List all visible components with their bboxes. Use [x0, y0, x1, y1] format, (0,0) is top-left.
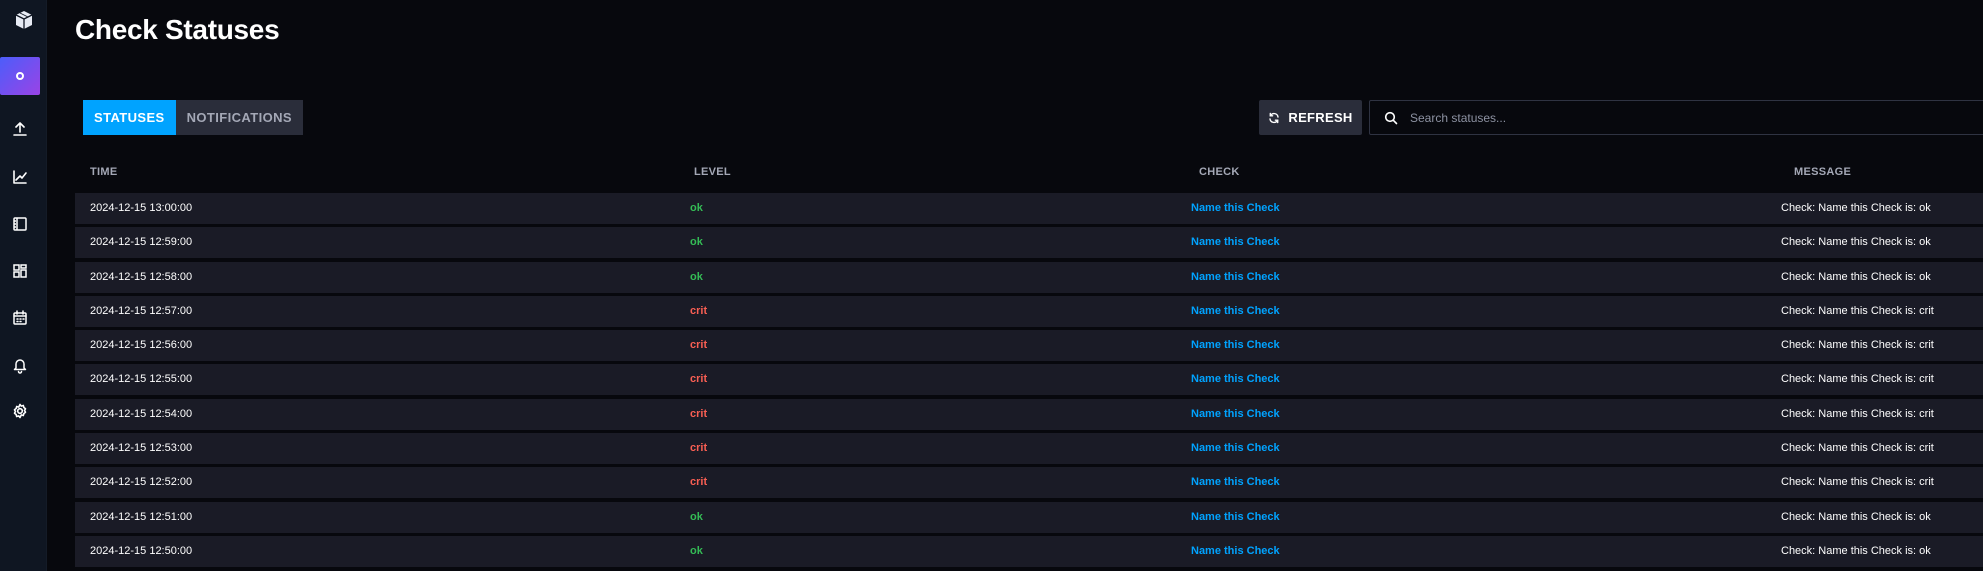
bell-icon — [13, 359, 27, 374]
app-logo[interactable] — [0, 0, 47, 40]
page-title: Check Statuses — [75, 14, 280, 45]
graph-icon — [13, 170, 27, 184]
time-cell: 2024-12-15 12:53:00 — [90, 442, 193, 455]
search-icon — [1384, 111, 1398, 124]
level-cell: ok — [690, 270, 703, 283]
notebook-icon — [13, 217, 27, 231]
cube-logo-icon — [15, 11, 32, 29]
message-cell: Check: Name this Check is: ok — [1781, 202, 1931, 214]
time-cell: 2024-12-15 12:54:00 — [90, 407, 193, 420]
message-cell: Check: Name this Check is: crit — [1781, 304, 1934, 317]
check-link[interactable]: Name this Check — [1191, 296, 1280, 327]
gear-icon — [13, 403, 27, 419]
check-link[interactable]: Name this Check — [1191, 227, 1280, 258]
sidebar-item-alerts[interactable] — [0, 346, 40, 384]
table-row: 2024-12-15 12:56:00 crit Name this Check… — [75, 330, 1983, 362]
level-cell: ok — [690, 236, 703, 249]
table-row: 2024-12-15 12:57:00 crit Name this Check… — [75, 295, 1983, 327]
refresh-icon — [1269, 112, 1280, 123]
check-link[interactable]: Name this Check — [1191, 433, 1280, 464]
time-cell: 2024-12-15 12:58:00 — [90, 270, 193, 283]
message-cell: Check: Name this Check is: ok — [1781, 270, 1931, 283]
level-cell: crit — [690, 339, 708, 352]
search-box — [1369, 100, 1983, 135]
level-cell: ok — [690, 202, 703, 214]
table-row: 2024-12-15 12:52:00 crit Name this Check… — [75, 467, 1983, 499]
column-header-time[interactable]: TIME — [90, 166, 117, 178]
sidebar — [0, 0, 47, 571]
time-cell: 2024-12-15 13:00:00 — [90, 202, 193, 214]
message-cell: Check: Name this Check is: crit — [1781, 476, 1934, 489]
time-cell: 2024-12-15 12:56:00 — [90, 339, 193, 352]
table-row: 2024-12-15 12:55:00 crit Name this Check… — [75, 364, 1983, 396]
time-cell: 2024-12-15 12:52:00 — [90, 476, 193, 489]
calendar-icon — [13, 310, 27, 325]
check-link[interactable]: Name this Check — [1191, 467, 1280, 498]
message-cell: Check: Name this Check is: ok — [1781, 544, 1931, 557]
table-row: 2024-12-15 12:54:00 crit Name this Check… — [75, 398, 1983, 430]
sidebar-item-notebooks[interactable] — [0, 205, 40, 243]
check-link[interactable]: Name this Check — [1191, 193, 1280, 224]
table-row: 2024-12-15 13:00:00 ok Name this Check C… — [75, 193, 1983, 224]
level-cell: ok — [690, 510, 703, 523]
dashboard-icon — [13, 264, 27, 278]
search-input[interactable] — [1410, 110, 1950, 125]
tab-statuses[interactable]: STATUSES — [83, 100, 176, 135]
column-header-message[interactable]: MESSAGE — [1794, 166, 1851, 178]
message-cell: Check: Name this Check is: ok — [1781, 236, 1931, 249]
level-cell: crit — [690, 442, 708, 455]
sidebar-item-load-data[interactable] — [0, 110, 40, 148]
check-link[interactable]: Name this Check — [1191, 330, 1280, 361]
sidebar-item-dashboards[interactable] — [0, 252, 40, 290]
message-cell: Check: Name this Check is: crit — [1781, 442, 1934, 455]
check-link[interactable]: Name this Check — [1191, 399, 1280, 430]
table-row: 2024-12-15 12:50:00 ok Name this Check C… — [75, 535, 1983, 567]
status-table-body: 2024-12-15 13:00:00 ok Name this Check C… — [75, 193, 1983, 570]
time-cell: 2024-12-15 12:51:00 — [90, 510, 193, 523]
sidebar-item-data-explorer[interactable] — [0, 57, 40, 95]
level-cell: crit — [690, 476, 708, 489]
message-cell: Check: Name this Check is: crit — [1781, 407, 1934, 420]
level-cell: crit — [690, 304, 708, 317]
check-link[interactable]: Name this Check — [1191, 364, 1280, 395]
level-cell: crit — [690, 373, 708, 386]
tab-notifications[interactable]: NOTIFICATIONS — [175, 100, 303, 135]
sidebar-item-graph[interactable] — [0, 158, 40, 196]
data-explorer-icon — [16, 72, 24, 80]
sidebar-item-settings[interactable] — [0, 392, 40, 430]
refresh-button[interactable]: REFRESH — [1259, 100, 1362, 135]
table-row: 2024-12-15 12:53:00 crit Name this Check… — [75, 433, 1983, 465]
refresh-label: REFRESH — [1288, 110, 1353, 125]
message-cell: Check: Name this Check is: crit — [1781, 339, 1934, 352]
sidebar-item-tasks[interactable] — [0, 299, 40, 337]
check-link[interactable]: Name this Check — [1191, 536, 1280, 567]
time-cell: 2024-12-15 12:57:00 — [90, 304, 193, 317]
check-link[interactable]: Name this Check — [1191, 502, 1280, 533]
column-header-check[interactable]: CHECK — [1199, 166, 1240, 178]
time-cell: 2024-12-15 12:50:00 — [90, 544, 193, 557]
tab-bar: STATUSES NOTIFICATIONS — [83, 100, 303, 135]
upload-icon — [13, 122, 27, 136]
column-header-level[interactable]: LEVEL — [694, 166, 731, 178]
table-row: 2024-12-15 12:51:00 ok Name this Check C… — [75, 501, 1983, 533]
message-cell: Check: Name this Check is: crit — [1781, 373, 1934, 386]
time-cell: 2024-12-15 12:59:00 — [90, 236, 193, 249]
table-row: 2024-12-15 12:59:00 ok Name this Check C… — [75, 227, 1983, 259]
message-cell: Check: Name this Check is: ok — [1781, 510, 1931, 523]
level-cell: ok — [690, 544, 703, 557]
time-cell: 2024-12-15 12:55:00 — [90, 373, 193, 386]
table-row: 2024-12-15 12:58:00 ok Name this Check C… — [75, 261, 1983, 293]
check-link[interactable]: Name this Check — [1191, 262, 1280, 293]
level-cell: crit — [690, 407, 708, 420]
